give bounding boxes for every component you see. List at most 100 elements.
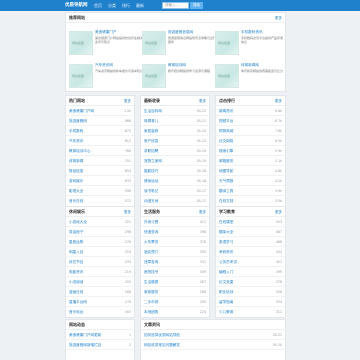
site-link[interactable]: 在线文档 — [219, 199, 233, 204]
list-item[interactable]: 快递查询 398 — [141, 227, 209, 237]
list-item[interactable]: 如何选择优质网站导航 05-21 — [141, 330, 285, 340]
site-link[interactable]: 母婴育儿 — [144, 119, 158, 124]
list-item[interactable]: 财经信息 654 — [66, 166, 134, 176]
more-link[interactable]: 更多 — [124, 99, 131, 104]
list-item[interactable]: 翻译工具 3.9k — [216, 186, 285, 196]
news-link[interactable]: 旅游度假网新增栏目 — [69, 343, 101, 348]
list-item[interactable]: 美食健康门户网 1.2k — [66, 106, 134, 116]
site-link[interactable]: 本地团购 — [144, 310, 158, 315]
list-item[interactable]: 摄影技巧 05-18 — [141, 166, 209, 176]
news-link[interactable]: 美食健康门户网更新 — [69, 333, 101, 338]
site-link[interactable]: 漫画在线 — [69, 290, 83, 295]
list-item[interactable]: 少儿教育 312 — [216, 307, 285, 317]
list-item[interactable]: 考研资讯 444 — [216, 247, 285, 257]
nav-ranking[interactable]: 排行 — [122, 3, 130, 9]
list-item[interactable]: 新闻资讯 9.8k — [216, 106, 285, 116]
list-item[interactable]: 电影资讯 219 — [66, 267, 134, 277]
more-link[interactable]: 更多 — [199, 99, 206, 104]
list-item[interactable]: 直播平台网 176 — [66, 297, 134, 307]
list-item[interactable]: 视频平台 8.7k — [216, 116, 285, 126]
site-link[interactable]: 新闻资讯 — [219, 109, 233, 114]
site-link[interactable]: 视频平台 — [219, 119, 233, 124]
site-link[interactable]: 天气预报 — [219, 179, 233, 184]
list-item[interactable]: 旅游度假网 986 — [66, 116, 134, 126]
site-thumbnail[interactable]: 网站截图 — [142, 31, 166, 55]
site-link[interactable]: 手机数码 — [69, 129, 83, 134]
list-item[interactable]: 家政服务 266 — [141, 287, 209, 297]
article-link[interactable]: 网站收录常见问题解答 — [144, 343, 180, 348]
site-link[interactable]: 教育培训中心 — [69, 149, 91, 154]
list-item[interactable]: 求职招聘 05-19 — [141, 146, 209, 156]
list-item[interactable]: 生活百科网 05-21 — [141, 106, 209, 116]
list-item[interactable]: 小游戏大全 321 — [66, 217, 134, 227]
site-link[interactable]: 摄影技巧 — [144, 169, 158, 174]
list-item[interactable]: 编程入门 399 — [216, 267, 285, 277]
list-item[interactable]: 读书笔记 05-17 — [141, 186, 209, 196]
list-item[interactable]: 医院挂号 309 — [141, 267, 209, 277]
site-link[interactable]: 健身运动 — [144, 179, 158, 184]
more-link[interactable]: 更多 — [124, 210, 131, 215]
featured-site-name[interactable]: 美食健康门户 — [95, 30, 117, 35]
site-link[interactable]: 搜索引擎 — [219, 149, 233, 154]
list-item[interactable]: 房产信息 05-20 — [141, 136, 209, 146]
featured-site-name[interactable]: 体育新闻网 — [241, 63, 259, 68]
list-item[interactable]: 小说阅读 205 — [66, 277, 134, 287]
featured-site-name[interactable]: 旅游度假信息网 — [168, 30, 193, 35]
site-link[interactable]: 职业培训 — [219, 290, 233, 295]
site-thumbnail[interactable]: 网站截图 — [215, 64, 239, 88]
list-item[interactable]: 动漫天地 05-17 — [141, 196, 209, 206]
list-item[interactable]: 游戏娱乐 633 — [66, 176, 134, 186]
list-item[interactable]: 在线课堂 503 — [216, 217, 285, 227]
site-link[interactable]: 家政服务 — [144, 290, 158, 295]
list-item[interactable]: 英语学习 466 — [216, 237, 285, 247]
list-item[interactable]: 搜索引擎 5.9k — [216, 146, 285, 156]
list-item[interactable]: 外卖订餐 412 — [141, 217, 209, 227]
site-link[interactable]: 小游戏大全 — [69, 220, 87, 225]
list-item[interactable]: 综艺节目 233 — [66, 257, 134, 267]
list-item[interactable]: 旅游度假网新增栏目 2 — [66, 340, 134, 350]
list-item[interactable]: 教育培训中心 766 — [66, 146, 134, 156]
list-item[interactable]: 音乐电台 163 — [66, 307, 134, 317]
list-item[interactable]: 网站收录常见问题解答 05-20 — [141, 340, 285, 350]
list-item[interactable]: 星座运势 276 — [66, 237, 134, 247]
list-item[interactable]: 健身运动 05-18 — [141, 176, 209, 186]
list-item[interactable]: 影视大全 598 — [66, 186, 134, 196]
nav-latest[interactable]: 最新 — [136, 3, 144, 9]
list-item[interactable]: 音乐在线 572 — [66, 196, 134, 206]
site-link[interactable]: 读书笔记 — [144, 189, 158, 194]
list-item[interactable]: 体育新闻 701 — [66, 156, 134, 166]
site-link[interactable]: 音乐在线 — [69, 199, 83, 204]
site-link[interactable]: 翻译工具 — [219, 189, 233, 194]
list-item[interactable]: 笑话段子 298 — [66, 227, 134, 237]
article-link[interactable]: 如何选择优质网站导航 — [144, 333, 180, 338]
site-link[interactable]: 外卖订餐 — [144, 220, 158, 225]
site-link[interactable]: 快递查询 — [144, 230, 158, 235]
site-link[interactable]: 体育新闻 — [69, 159, 83, 164]
site-link[interactable]: 综艺节目 — [69, 260, 83, 265]
featured-more-link[interactable]: 更多 — [275, 16, 282, 21]
list-item[interactable]: 邮箱服务 5.1k — [216, 156, 285, 166]
featured-site-name[interactable]: 汽车资讯网 — [95, 63, 113, 68]
site-link[interactable]: 少儿教育 — [219, 310, 233, 315]
site-link[interactable]: 生活百科网 — [144, 109, 162, 114]
site-link[interactable]: 考研资讯 — [219, 250, 233, 255]
list-item[interactable]: 论文查重 378 — [216, 277, 285, 287]
list-item[interactable]: 火车票务 376 — [141, 237, 209, 247]
featured-site-name[interactable]: 教育培训网 — [168, 63, 186, 68]
list-item[interactable]: 本地团购 224 — [141, 307, 209, 317]
list-item[interactable]: 酒店预订 355 — [141, 247, 209, 257]
site-link[interactable]: 公务员考试 — [219, 260, 237, 265]
site-link[interactable]: 医院挂号 — [144, 270, 158, 275]
site-link[interactable]: 酒店预订 — [144, 250, 158, 255]
list-item[interactable]: 生活缴费 287 — [141, 277, 209, 287]
site-link[interactable]: 生活缴费 — [144, 280, 158, 285]
list-item[interactable]: 家居装修 05-20 — [141, 126, 209, 136]
site-logo[interactable]: 优质导航网 — [65, 2, 88, 8]
list-item[interactable]: 购物商城 7.6k — [216, 126, 285, 136]
site-link[interactable]: 游戏娱乐 — [69, 179, 83, 184]
site-link[interactable]: 宠物之家网 — [144, 159, 162, 164]
site-link[interactable]: 英语学习 — [219, 240, 233, 245]
featured-site-name[interactable]: 手机数码资讯 — [241, 30, 263, 35]
list-item[interactable]: 天气预报 4.2k — [216, 176, 285, 186]
list-item[interactable]: 职业培训 356 — [216, 287, 285, 297]
